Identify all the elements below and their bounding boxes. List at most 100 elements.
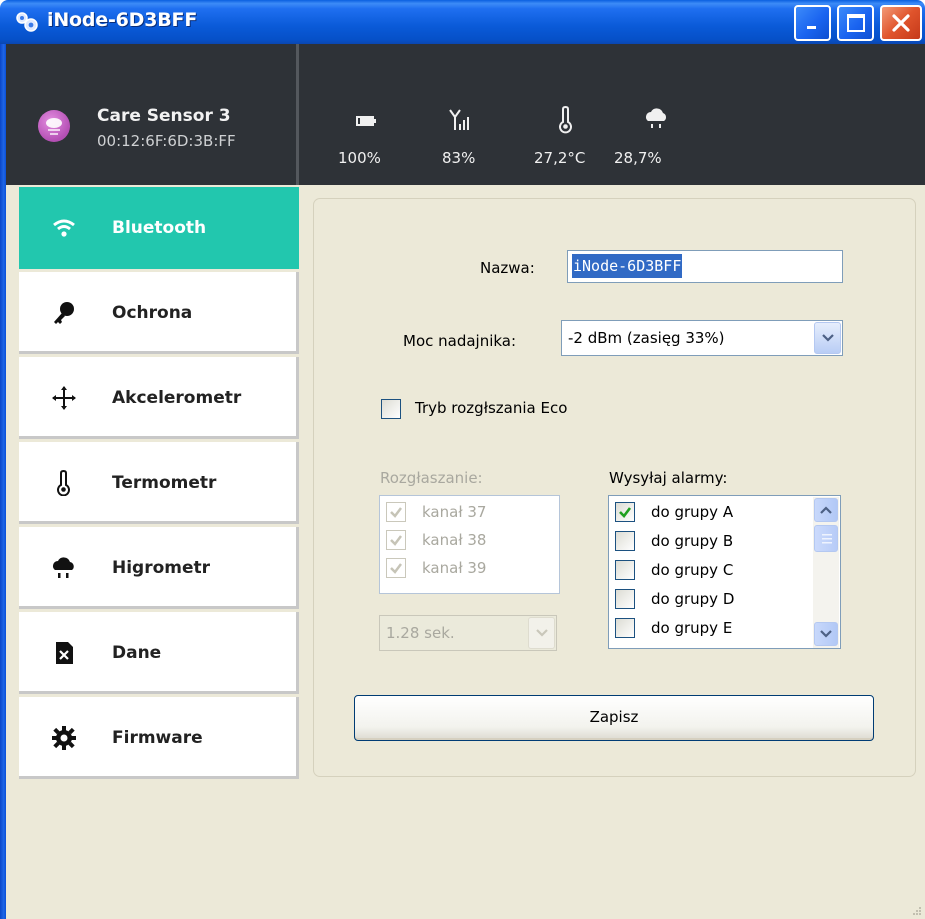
power-select-value: -2 dBm (zasięg 33%) — [568, 329, 725, 347]
group-b-checkbox[interactable] — [615, 531, 635, 551]
sidebar-item-bluetooth[interactable]: Bluetooth — [19, 187, 299, 269]
checkmark-icon — [390, 563, 402, 574]
thermometer-icon — [57, 470, 70, 496]
sidebar-item-firmware[interactable]: Firmware — [19, 697, 299, 779]
app-gears-icon — [14, 10, 40, 34]
alarm-list-scrollbar[interactable] — [813, 497, 839, 648]
sidebar-item-label: Bluetooth — [112, 218, 207, 238]
save-button[interactable]: Zapisz — [354, 695, 874, 741]
device-header: Care Sensor 3 00:12:6F:6D:3B:FF 100% 83% — [6, 44, 925, 185]
rain-cloud-icon — [53, 557, 74, 578]
rain-cloud-icon — [646, 108, 667, 128]
list-item[interactable]: do grupy D — [615, 586, 790, 613]
sidebar-item-label: Ochrona — [112, 303, 193, 323]
sidebar-item-higrometr[interactable]: Higrometr — [19, 527, 299, 609]
eco-label: Tryb rozgłszania Eco — [415, 399, 568, 417]
list-item: kanał 39 — [386, 555, 561, 582]
chevron-down-icon — [528, 617, 555, 649]
alarm-groups-list[interactable]: do grupy A do grupy B do grupy C do grup… — [608, 495, 841, 649]
group-a-checkbox[interactable] — [615, 502, 635, 522]
battery-icon — [356, 116, 376, 126]
eco-checkbox[interactable] — [381, 399, 401, 419]
scroll-up-button[interactable] — [814, 498, 838, 522]
resize-grip-icon[interactable] — [910, 904, 922, 916]
channel-label: kanał 37 — [422, 503, 487, 521]
list-item[interactable]: do grupy C — [615, 557, 790, 584]
header-divider — [296, 44, 299, 185]
move-arrows-icon — [52, 386, 76, 410]
device-mac-address: 00:12:6F:6D:3B:FF — [97, 132, 236, 150]
wifi-icon — [53, 219, 75, 237]
sidebar-item-ochrona[interactable]: Ochrona — [19, 272, 299, 354]
group-label: do grupy A — [651, 503, 734, 521]
grip-icon — [822, 534, 832, 544]
sidebar-item-label: Firmware — [112, 728, 203, 748]
save-button-label: Zapisz — [589, 708, 639, 726]
scroll-down-button[interactable] — [814, 622, 838, 646]
battery-value: 100% — [338, 149, 381, 167]
name-input[interactable]: iNode-6D3BFF — [567, 250, 843, 283]
channel-37-checkbox — [386, 502, 406, 522]
data-file-icon — [56, 642, 73, 664]
close-icon — [892, 14, 910, 32]
minimize-button[interactable] — [794, 5, 831, 41]
title-bar[interactable]: iNode-6D3BFF — [0, 0, 925, 44]
sidebar-item-label: Akcelerometr — [112, 388, 242, 408]
minimize-icon — [806, 26, 816, 29]
chevron-up-icon — [820, 506, 832, 514]
alarms-label: Wysyłaj alarmy: — [609, 469, 728, 487]
group-label: do grupy B — [651, 532, 734, 550]
temperature-value: 27,2°C — [534, 149, 586, 167]
group-c-checkbox[interactable] — [615, 560, 635, 580]
channel-38-checkbox — [386, 530, 406, 550]
list-item: kanał 37 — [386, 499, 561, 526]
sidebar-item-termometr[interactable]: Termometr — [19, 442, 299, 524]
scroll-thumb[interactable] — [814, 525, 838, 552]
chevron-down-icon — [820, 630, 832, 638]
sidebar-item-label: Termometr — [112, 473, 217, 493]
list-item[interactable]: do grupy E — [615, 615, 790, 642]
checkmark-icon — [619, 507, 632, 518]
group-label: do grupy C — [651, 561, 734, 579]
sidebar-item-label: Higrometr — [112, 558, 211, 578]
window-title: iNode-6D3BFF — [47, 9, 198, 31]
bluetooth-settings-panel: Nazwa: iNode-6D3BFF Moc nadajnika: -2 dB… — [313, 198, 916, 777]
body-area: Bluetooth Ochrona Akcelerometr Termometr… — [6, 185, 925, 919]
cloud-sensor-icon — [38, 110, 70, 142]
app-window: iNode-6D3BFF Care Sensor 3 00:12:6F:6D:3… — [0, 0, 925, 919]
checkmark-icon — [390, 535, 402, 546]
thermometer-icon — [559, 106, 572, 134]
name-input-value: iNode-6D3BFF — [572, 254, 683, 278]
interval-select-value: 1.28 sek. — [386, 624, 455, 642]
maximize-button[interactable] — [837, 5, 874, 41]
channel-label: kanał 39 — [422, 559, 487, 577]
name-label: Nazwa: — [480, 259, 535, 277]
group-label: do grupy D — [651, 590, 735, 608]
sidebar-item-dane[interactable]: Dane — [19, 612, 299, 694]
humidity-value: 28,7% — [614, 149, 662, 167]
sidebar-item-akcelerometr[interactable]: Akcelerometr — [19, 357, 299, 439]
gear-icon — [52, 726, 76, 750]
sidebar-item-label: Dane — [112, 643, 162, 663]
list-item[interactable]: do grupy A — [615, 499, 790, 526]
key-icon — [54, 302, 74, 324]
broadcast-channel-list: kanał 37 kanał 38 kanał 39 — [379, 495, 560, 594]
maximize-icon — [846, 14, 865, 32]
close-button[interactable] — [880, 5, 922, 41]
power-label: Moc nadajnika: — [403, 332, 517, 350]
broadcast-label: Rozgłaszanie: — [380, 469, 483, 487]
chevron-down-icon[interactable] — [814, 322, 841, 354]
list-item: kanał 38 — [386, 527, 561, 554]
checkmark-icon — [390, 507, 402, 518]
group-label: do grupy E — [651, 619, 733, 637]
channel-39-checkbox — [386, 558, 406, 578]
power-select[interactable]: -2 dBm (zasięg 33%) — [561, 320, 843, 356]
group-e-checkbox[interactable] — [615, 618, 635, 638]
channel-label: kanał 38 — [422, 531, 487, 549]
list-item[interactable]: do grupy B — [615, 528, 790, 555]
interval-select: 1.28 sek. — [379, 615, 557, 651]
group-d-checkbox[interactable] — [615, 589, 635, 609]
signal-icon — [449, 109, 469, 130]
signal-value: 83% — [442, 149, 476, 167]
device-name: Care Sensor 3 — [97, 106, 231, 126]
